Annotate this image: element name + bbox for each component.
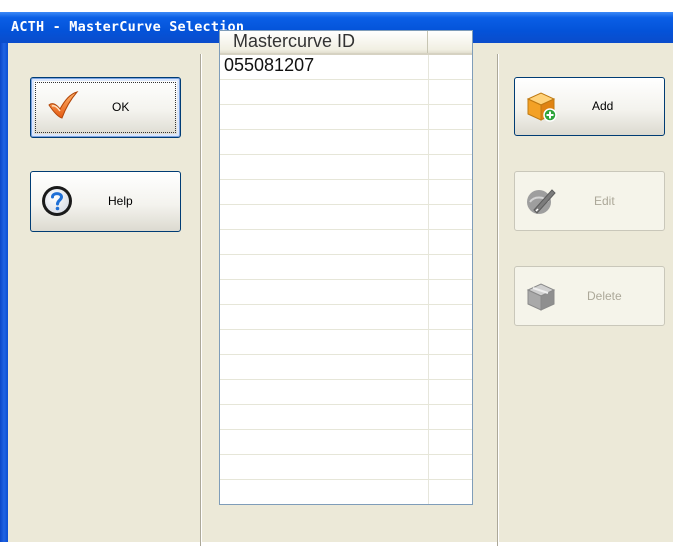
delete-button[interactable]: Delete bbox=[514, 266, 665, 326]
right-divider bbox=[497, 54, 499, 546]
checkmark-icon bbox=[48, 91, 79, 119]
list-row[interactable] bbox=[220, 455, 472, 480]
list-row[interactable] bbox=[220, 105, 472, 130]
list-row[interactable] bbox=[220, 405, 472, 430]
list-row[interactable] bbox=[220, 380, 472, 405]
ok-button[interactable]: OK bbox=[30, 77, 181, 138]
list-row[interactable] bbox=[220, 130, 472, 155]
mastercurve-id-cell: 055081207 bbox=[224, 55, 315, 75]
list-row[interactable]: 055081207 bbox=[220, 55, 472, 80]
column-header-mastercurve-id[interactable]: Mastercurve ID bbox=[220, 31, 428, 53]
column-header-label: Mastercurve ID bbox=[233, 31, 356, 51]
list-row[interactable] bbox=[220, 330, 472, 355]
window-frame-left bbox=[0, 43, 8, 542]
edit-button-label: Edit bbox=[594, 194, 615, 208]
help-button[interactable]: Help bbox=[30, 171, 181, 232]
list-row[interactable] bbox=[220, 280, 472, 305]
list-header: Mastercurve ID bbox=[220, 31, 472, 55]
edit-button[interactable]: Edit bbox=[514, 171, 665, 231]
list-row[interactable] bbox=[220, 80, 472, 105]
help-button-label: Help bbox=[108, 194, 133, 208]
add-button-label: Add bbox=[592, 99, 614, 113]
help-icon bbox=[42, 186, 72, 216]
add-button[interactable]: Add bbox=[514, 77, 665, 136]
list-row[interactable] bbox=[220, 180, 472, 205]
ok-button-label: OK bbox=[112, 100, 130, 114]
mastercurve-selection-dialog: ACTH - MasterCurve Selection OK Help Add… bbox=[0, 12, 673, 546]
list-row[interactable] bbox=[220, 355, 472, 380]
list-row[interactable] bbox=[220, 255, 472, 280]
background-window-fragment bbox=[0, 0, 673, 12]
add-box-icon bbox=[526, 92, 557, 122]
list-row[interactable] bbox=[220, 480, 472, 504]
list-row[interactable] bbox=[220, 230, 472, 255]
list-row[interactable] bbox=[220, 430, 472, 455]
window-title: ACTH - MasterCurve Selection bbox=[11, 19, 245, 35]
delete-button-label: Delete bbox=[587, 289, 622, 303]
left-divider bbox=[200, 54, 202, 546]
list-row[interactable] bbox=[220, 205, 472, 230]
list-row[interactable] bbox=[220, 305, 472, 330]
delete-box-icon bbox=[526, 283, 556, 311]
mastercurve-list[interactable]: Mastercurve ID 055081207 bbox=[219, 30, 473, 505]
edit-icon bbox=[527, 189, 556, 214]
list-row[interactable] bbox=[220, 155, 472, 180]
